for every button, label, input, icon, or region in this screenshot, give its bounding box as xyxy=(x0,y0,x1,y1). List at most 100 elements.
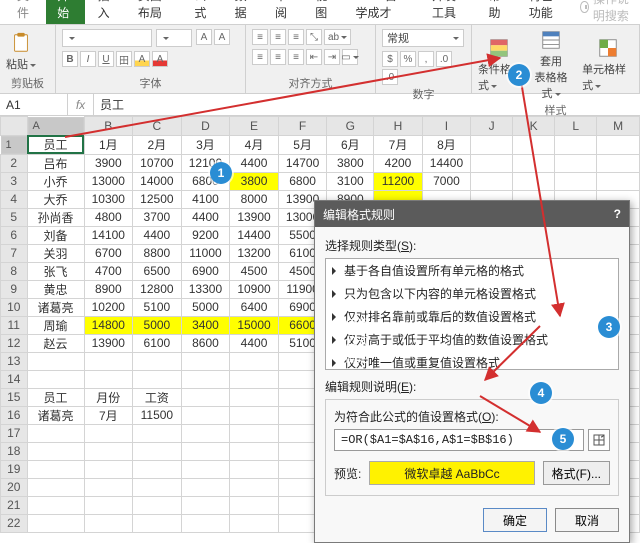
name-box[interactable]: A1 xyxy=(0,94,68,115)
cell[interactable]: 4400 xyxy=(181,208,230,226)
cell[interactable] xyxy=(84,352,133,370)
align-right-icon[interactable]: ≡ xyxy=(288,49,304,65)
cell[interactable]: 10900 xyxy=(230,280,279,298)
col-header-D[interactable]: D xyxy=(181,117,230,136)
cell[interactable]: 13000 xyxy=(84,172,133,190)
cell[interactable]: 4200 xyxy=(374,154,422,172)
cell[interactable]: 3700 xyxy=(133,208,182,226)
cell[interactable] xyxy=(27,460,84,478)
cell[interactable] xyxy=(597,172,640,190)
cell[interactable]: 11500 xyxy=(133,406,182,424)
row-header-10[interactable]: 10 xyxy=(1,298,28,316)
cell[interactable] xyxy=(133,370,182,388)
dialog-help-button[interactable]: ? xyxy=(614,207,621,221)
row-header-6[interactable]: 6 xyxy=(1,226,28,244)
cell[interactable]: 吕布 xyxy=(27,154,84,172)
cell[interactable] xyxy=(230,478,279,496)
cell[interactable]: 4700 xyxy=(84,262,133,280)
cell[interactable] xyxy=(181,478,230,496)
cell[interactable]: 员工 xyxy=(27,135,84,154)
col-header-M[interactable]: M xyxy=(597,117,640,136)
wrap-text-button[interactable]: ab xyxy=(324,29,351,45)
row-header-8[interactable]: 8 xyxy=(1,262,28,280)
cell[interactable]: 13300 xyxy=(181,280,230,298)
cell[interactable]: 13900 xyxy=(84,334,133,352)
cell[interactable]: 1月 xyxy=(84,135,133,154)
format-button[interactable]: 格式(F)... xyxy=(543,461,610,485)
rule-type-option[interactable]: 只为包含以下内容的单元格设置格式 xyxy=(326,282,618,305)
cell[interactable]: 4800 xyxy=(84,208,133,226)
col-header-L[interactable]: L xyxy=(555,117,597,136)
cell[interactable] xyxy=(555,172,597,190)
rule-type-listbox[interactable]: 基于各自值设置所有单元格的格式只为包含以下内容的单元格设置格式仅对排名靠前或靠后… xyxy=(325,258,619,370)
align-top-icon[interactable]: ≡ xyxy=(252,29,268,45)
currency-icon[interactable]: $ xyxy=(382,51,398,67)
cell[interactable] xyxy=(471,172,513,190)
cell[interactable]: 3100 xyxy=(327,172,374,190)
border-button[interactable]: 田 xyxy=(116,51,132,67)
range-selector-button[interactable] xyxy=(588,429,610,451)
cell[interactable] xyxy=(230,406,279,424)
cell[interactable]: 孙尚香 xyxy=(27,208,84,226)
paste-button[interactable]: 粘贴 xyxy=(6,32,36,72)
row-header-16[interactable]: 16 xyxy=(1,406,28,424)
cell[interactable] xyxy=(230,352,279,370)
cell[interactable] xyxy=(471,135,513,154)
row-header-14[interactable]: 14 xyxy=(1,370,28,388)
row-header-17[interactable]: 17 xyxy=(1,424,28,442)
cell[interactable]: 5000 xyxy=(133,316,182,334)
cell[interactable]: 赵云 xyxy=(27,334,84,352)
cell[interactable] xyxy=(133,514,182,532)
cell[interactable] xyxy=(133,424,182,442)
cell[interactable]: 8600 xyxy=(181,334,230,352)
cell[interactable] xyxy=(230,442,279,460)
tell-me-search[interactable]: 操作说明搜索 xyxy=(580,0,640,24)
row-header-2[interactable]: 2 xyxy=(1,154,28,172)
cell[interactable]: 8月 xyxy=(422,135,471,154)
row-header-20[interactable]: 20 xyxy=(1,478,28,496)
cell[interactable] xyxy=(181,514,230,532)
indent-dec-icon[interactable]: ⇤ xyxy=(306,49,322,65)
cell[interactable]: 6400 xyxy=(230,298,279,316)
dec-decimal-icon[interactable]: .0 xyxy=(382,69,398,85)
tab-插入[interactable]: 插入 xyxy=(87,0,125,24)
cell[interactable]: 5000 xyxy=(181,298,230,316)
cell[interactable] xyxy=(181,352,230,370)
cell[interactable] xyxy=(597,154,640,172)
tab-帮助[interactable]: 帮助 xyxy=(478,0,516,24)
cell[interactable]: 5月 xyxy=(278,135,327,154)
row-header-13[interactable]: 13 xyxy=(1,352,28,370)
cell[interactable]: 11200 xyxy=(374,172,422,190)
cell[interactable] xyxy=(512,135,554,154)
col-header-I[interactable]: I xyxy=(422,117,471,136)
cell[interactable]: 9200 xyxy=(181,226,230,244)
comma-icon[interactable]: , xyxy=(418,51,434,67)
cell[interactable]: 5100 xyxy=(133,298,182,316)
cell[interactable] xyxy=(84,370,133,388)
col-header-H[interactable]: H xyxy=(374,117,422,136)
tab-特色功能[interactable]: 特色功能 xyxy=(518,0,573,24)
align-middle-icon[interactable]: ≡ xyxy=(270,29,286,45)
align-center-icon[interactable]: ≡ xyxy=(270,49,286,65)
cell[interactable]: 10300 xyxy=(84,190,133,208)
cell[interactable] xyxy=(230,460,279,478)
cell[interactable] xyxy=(230,514,279,532)
cell[interactable] xyxy=(27,370,84,388)
cell[interactable] xyxy=(230,370,279,388)
percent-icon[interactable]: % xyxy=(400,51,416,67)
cell[interactable] xyxy=(471,154,513,172)
inc-decimal-icon[interactable]: .0 xyxy=(436,51,452,67)
cell[interactable]: 6月 xyxy=(327,135,374,154)
cell[interactable]: 4400 xyxy=(230,154,279,172)
cell[interactable] xyxy=(133,460,182,478)
cell[interactable]: 诸葛亮 xyxy=(27,298,84,316)
cell[interactable]: 6700 xyxy=(84,244,133,262)
cell[interactable] xyxy=(133,442,182,460)
cell[interactable]: 诸葛亮 xyxy=(27,406,84,424)
cell[interactable]: 3月 xyxy=(181,135,230,154)
cell[interactable]: 12500 xyxy=(133,190,182,208)
cell[interactable]: 12800 xyxy=(133,280,182,298)
cell[interactable]: 7月 xyxy=(84,406,133,424)
align-left-icon[interactable]: ≡ xyxy=(252,49,268,65)
cell[interactable]: 8000 xyxy=(230,190,279,208)
